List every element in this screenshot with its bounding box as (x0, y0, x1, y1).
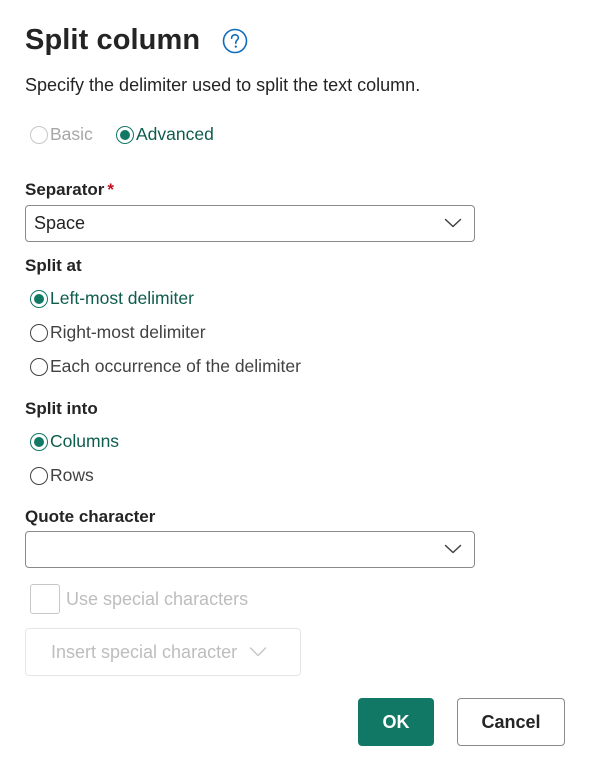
chevron-down-icon (444, 218, 462, 228)
split-at-option-each-occurrence[interactable]: Each occurrence of the delimiter (30, 356, 301, 377)
mode-advanced-label: Advanced (136, 124, 214, 144)
split-at-option-right-most[interactable]: Right-most delimiter (30, 322, 206, 343)
checkbox-box (30, 584, 60, 614)
dialog-subtitle: Specify the delimiter used to split the … (25, 75, 421, 95)
radio-indicator (30, 289, 48, 308)
use-special-characters-checkbox[interactable]: Use special characters (30, 584, 248, 614)
radio-indicator (116, 125, 134, 144)
insert-special-character-label: Insert special character (51, 641, 238, 662)
separator-label: Separator * (25, 180, 114, 200)
dialog-title: Split column (25, 24, 201, 56)
mode-basic-label: Basic (50, 124, 93, 144)
ok-button[interactable]: OK (358, 698, 434, 746)
option-label: Columns (50, 431, 120, 451)
split-at-label: Split at (25, 256, 82, 275)
mode-basic-radio[interactable]: Basic (30, 124, 93, 145)
required-mark: * (107, 180, 114, 199)
option-label: Each occurrence of the delimiter (50, 356, 301, 376)
radio-indicator (30, 323, 48, 342)
quote-character-dropdown[interactable] (25, 531, 475, 568)
separator-dropdown[interactable]: Space (25, 205, 475, 242)
radio-indicator (30, 466, 48, 485)
separator-value: Space (34, 213, 86, 233)
split-at-option-left-most[interactable]: Left-most delimiter (30, 288, 194, 309)
split-into-option-rows[interactable]: Rows (30, 465, 94, 486)
help-icon[interactable] (222, 28, 248, 54)
radio-indicator (30, 357, 48, 376)
split-into-option-columns[interactable]: Columns (30, 431, 119, 452)
quote-character-label: Quote character (25, 507, 156, 526)
insert-special-character-button[interactable]: Insert special character (25, 628, 301, 676)
separator-label-text: Separator (25, 180, 105, 199)
chevron-down-icon (249, 647, 267, 657)
split-into-label: Split into (25, 399, 98, 418)
use-special-characters-label: Use special characters (66, 588, 249, 609)
title-row: Split column (25, 24, 248, 57)
radio-indicator (30, 432, 48, 451)
option-label: Right-most delimiter (50, 322, 206, 342)
option-label: Rows (50, 465, 94, 485)
cancel-button[interactable]: Cancel (457, 698, 565, 746)
split-column-dialog: Split column Specify the delimiter used … (0, 0, 594, 777)
mode-advanced-radio[interactable]: Advanced (116, 124, 214, 145)
option-label: Left-most delimiter (50, 288, 194, 308)
radio-indicator (30, 125, 48, 144)
chevron-down-icon (444, 544, 462, 554)
